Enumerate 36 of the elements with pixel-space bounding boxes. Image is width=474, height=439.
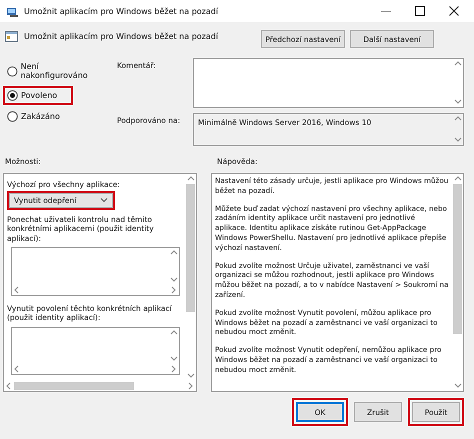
window-title: Umožnit aplikacím pro Windows běžet na pozadí <box>24 6 220 16</box>
list-field[interactable] <box>11 326 180 375</box>
list-field[interactable] <box>11 247 180 296</box>
scroll-up-icon[interactable] <box>170 249 178 257</box>
policy-icon <box>5 30 18 43</box>
scroll-down-icon[interactable] <box>170 355 178 363</box>
scroll-left-icon[interactable] <box>5 382 13 390</box>
scroll-right-icon[interactable] <box>170 365 178 373</box>
caret-icon <box>100 197 108 203</box>
radio-icon[interactable] <box>7 90 18 101</box>
policy-title: Umožnit aplikacím pro Windows běžet na pozadí <box>24 32 218 41</box>
radio-icon[interactable] <box>7 66 18 76</box>
scroll-left-icon[interactable] <box>13 365 21 373</box>
maximize-icon[interactable] <box>414 5 426 17</box>
scroll-right-icon[interactable] <box>187 382 195 390</box>
scroll-up-icon[interactable] <box>454 175 462 183</box>
scrollbar-thumb[interactable] <box>453 184 462 334</box>
scroll-down-icon[interactable] <box>186 372 194 380</box>
radio-option[interactable]: Povoleno <box>3 86 73 105</box>
scroll-up-icon[interactable] <box>454 60 462 68</box>
scroll-up-icon[interactable] <box>170 328 178 336</box>
scroll-down-icon[interactable] <box>454 382 462 390</box>
scroll-up-icon[interactable] <box>454 115 462 123</box>
radio-icon[interactable] <box>7 111 18 122</box>
radio-option[interactable]: Není nakonfigurováno <box>3 58 109 84</box>
close-icon[interactable] <box>448 5 460 17</box>
scroll-down-icon[interactable] <box>454 98 462 106</box>
scroll-up-icon[interactable] <box>186 175 194 183</box>
scroll-down-icon[interactable] <box>454 136 462 144</box>
radio-option[interactable]: Zakázáno <box>3 107 64 126</box>
scroll-down-icon[interactable] <box>170 276 178 284</box>
scroll-left-icon[interactable] <box>13 286 21 294</box>
scrollbar-thumb[interactable] <box>14 382 134 390</box>
scrollbar-thumb[interactable] <box>186 184 195 312</box>
scroll-right-icon[interactable] <box>170 286 178 294</box>
comment-field[interactable] <box>193 58 464 108</box>
